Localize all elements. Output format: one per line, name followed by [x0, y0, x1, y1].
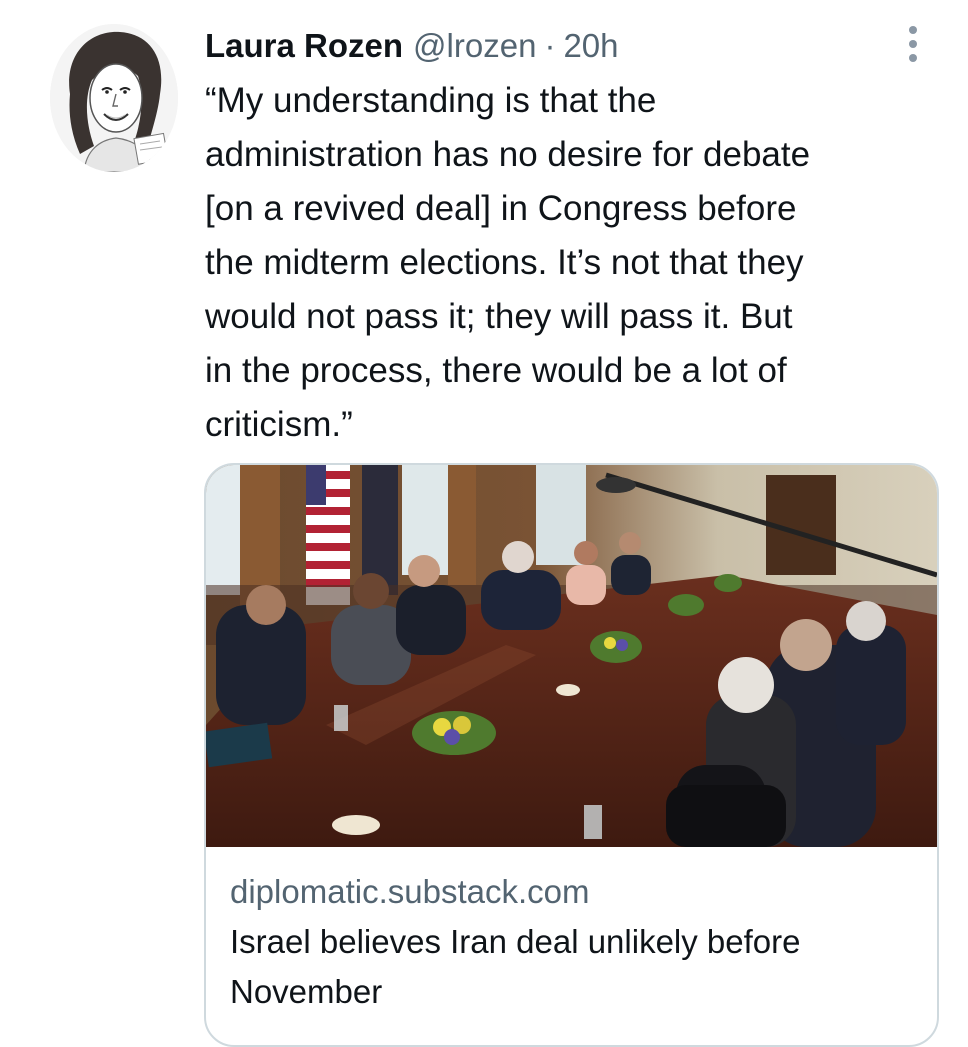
link-preview-card[interactable]: diplomatic.substack.com Israel believes … — [204, 463, 939, 1047]
more-dot — [909, 54, 917, 62]
tweet-timestamp[interactable]: 20h — [563, 27, 618, 65]
author-avatar[interactable] — [50, 24, 178, 172]
card-image — [206, 465, 937, 847]
separator-dot: · — [544, 27, 556, 64]
tweet-text: “My understanding is that the administra… — [205, 81, 811, 444]
tweet: Laura Rozen @lrozen · 20h “My understand… — [0, 0, 968, 1047]
more-dot — [909, 26, 917, 34]
avatar-illustration — [50, 24, 178, 172]
more-vertical-icon[interactable] — [898, 24, 928, 64]
author-handle[interactable]: @lrozen — [413, 27, 536, 65]
more-dot — [909, 40, 917, 48]
tweet-header: Laura Rozen @lrozen · 20h — [205, 24, 619, 68]
card-domain: diplomatic.substack.com — [230, 873, 590, 910]
card-title[interactable]: Israel believes Iran deal unlikely befor… — [230, 917, 920, 1017]
author-name[interactable]: Laura Rozen — [205, 27, 403, 65]
card-meta: diplomatic.substack.com Israel believes … — [230, 867, 920, 1017]
